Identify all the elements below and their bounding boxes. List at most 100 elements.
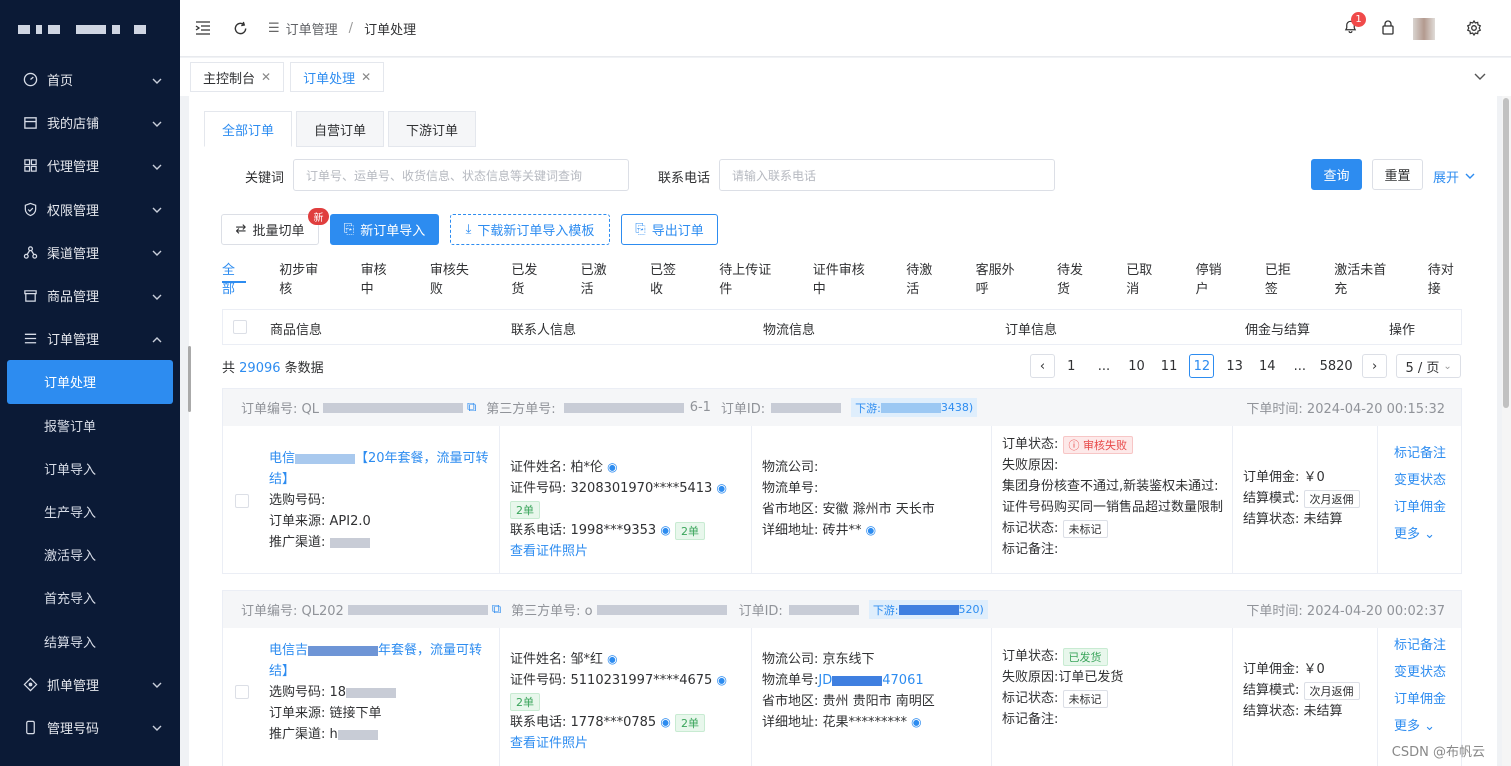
batch-switch-button[interactable]: ⇄ 批量切单 — [221, 214, 319, 245]
sidebar-item-product[interactable]: 商品管理 — [0, 274, 180, 317]
tab-all-orders[interactable]: 全部订单 — [204, 111, 293, 147]
eye-icon[interactable]: ◉ — [607, 652, 617, 666]
import-new-order-button[interactable]: ⎘ 新订单导入 — [330, 214, 439, 245]
page-item[interactable]: 14 — [1251, 354, 1284, 378]
eye-icon[interactable]: ◉ — [607, 460, 617, 474]
sidebar-subitem-order-import[interactable]: 订单导入 — [0, 447, 180, 490]
mark-note-link[interactable]: 标记备注 — [1394, 632, 1462, 659]
order-header: 订单编号: QL202 ⧉ 第三方单号: o 订单ID: 下游: 520) 下单… — [223, 591, 1461, 628]
avatar[interactable] — [1413, 18, 1435, 40]
next-page-button[interactable]: › — [1362, 354, 1388, 378]
copy-icon[interactable]: ⧉ — [467, 400, 476, 415]
mark-note-link[interactable]: 标记备注 — [1394, 440, 1462, 467]
view-id-photo-link[interactable]: 查看证件照片 — [510, 733, 751, 754]
status-tab[interactable]: 待激活 — [906, 259, 958, 297]
lock-icon[interactable] — [1381, 20, 1395, 39]
page-ellipsis[interactable]: ... — [1088, 354, 1121, 378]
status-tab[interactable]: 客服外呼 — [976, 259, 1040, 297]
status-tab[interactable]: 已激活 — [581, 259, 633, 297]
eye-icon[interactable]: ◉ — [716, 481, 726, 495]
phone-input[interactable]: 请输入联系电话 — [719, 159, 1055, 191]
sidebar-item-home[interactable]: 首页 — [0, 58, 180, 101]
page-item[interactable]: 10 — [1120, 354, 1153, 378]
prev-page-button[interactable]: ‹ — [1030, 354, 1055, 378]
page-size-select[interactable]: 5 / 页 ⌄ — [1396, 354, 1462, 378]
status-tab[interactable]: 待发货 — [1057, 259, 1109, 297]
status-tab[interactable]: 证件审核中 — [813, 259, 890, 297]
order-body: 电信吉 年套餐，流量可转结】 选购号码: 18 订单来源: 链接下单 推广渠道: … — [223, 628, 1461, 766]
settle-mode-badge: 次月返佣 — [1303, 489, 1360, 508]
sidebar-subitem-settlement-import[interactable]: 结算导入 — [0, 619, 180, 662]
order-commission-link[interactable]: 订单佣金 — [1394, 686, 1462, 713]
close-icon[interactable]: ✕ — [261, 70, 271, 84]
change-status-link[interactable]: 变更状态 — [1394, 467, 1462, 494]
collapse-menu-icon[interactable] — [195, 20, 211, 36]
tab-downstream-orders[interactable]: 下游订单 — [388, 111, 477, 147]
reset-button[interactable]: 重置 — [1372, 159, 1423, 190]
eye-icon[interactable]: ◉ — [660, 715, 670, 729]
expand-toggle[interactable]: 展开 — [1433, 167, 1475, 186]
sidebar-item-permission[interactable]: 权限管理 — [0, 188, 180, 231]
scrollbar-thumb[interactable] — [1503, 98, 1509, 408]
status-tab[interactable]: 待对接 — [1428, 259, 1480, 297]
product-title[interactable]: 电信 【20年套餐，流量可转结】 — [269, 448, 499, 490]
keyword-input[interactable]: 订单号、运单号、收货信息、状态信息等关键词查询 — [293, 159, 629, 191]
sidebar-item-agent[interactable]: 代理管理 — [0, 144, 180, 187]
page-ellipsis[interactable]: ... — [1284, 354, 1317, 378]
order-checkbox[interactable] — [235, 685, 249, 699]
eye-icon[interactable]: ◉ — [716, 673, 726, 687]
tab-order-process[interactable]: 订单处理 ✕ — [290, 62, 385, 92]
tab-self-orders[interactable]: 自营订单 — [296, 111, 385, 147]
status-tab[interactable]: 停销户 — [1196, 259, 1248, 297]
status-tab[interactable]: 全部 — [222, 259, 247, 297]
page-item-active[interactable]: 12 — [1189, 354, 1215, 378]
settings-icon[interactable] — [1466, 19, 1482, 40]
status-tab[interactable]: 初步审核 — [279, 259, 343, 297]
download-template-button[interactable]: ⤓ 下载新订单导入模板 — [450, 214, 610, 245]
sidebar-subitem-alarm-order[interactable]: 报警订单 — [0, 404, 180, 447]
status-tab[interactable]: 已签收 — [650, 259, 702, 297]
breadcrumb-item[interactable]: 订单管理 — [286, 19, 338, 38]
status-tab[interactable]: 审核失败 — [430, 259, 494, 297]
eye-icon[interactable]: ◉ — [866, 523, 876, 537]
notification-bell[interactable]: 1 — [1343, 12, 1366, 38]
more-link[interactable]: 更多 ⌄ — [1394, 713, 1462, 740]
scrollbar[interactable] — [1502, 96, 1511, 766]
status-tab[interactable]: 激活未首充 — [1334, 259, 1411, 297]
change-status-link[interactable]: 变更状态 — [1394, 659, 1462, 686]
status-tab[interactable]: 已发货 — [511, 259, 563, 297]
eye-icon[interactable]: ◉ — [660, 523, 670, 537]
page-item[interactable]: 1 — [1055, 354, 1088, 378]
search-button[interactable]: 查询 — [1311, 159, 1362, 190]
copy-icon[interactable]: ⧉ — [492, 602, 501, 617]
sidebar-subitem-production-import[interactable]: 生产导入 — [0, 490, 180, 533]
status-tab[interactable]: 已取消 — [1126, 259, 1178, 297]
sidebar-item-order[interactable]: 订单管理 — [0, 317, 180, 360]
order-commission-link[interactable]: 订单佣金 — [1394, 494, 1462, 521]
refresh-icon[interactable] — [232, 20, 248, 36]
page-item[interactable]: 11 — [1153, 354, 1186, 378]
sidebar-item-number[interactable]: 管理号码 — [0, 706, 180, 749]
select-all-checkbox[interactable] — [233, 320, 247, 334]
status-tab[interactable]: 待上传证件 — [719, 259, 796, 297]
status-tab[interactable]: 审核中 — [361, 259, 413, 297]
tab-console[interactable]: 主控制台 ✕ — [190, 62, 285, 92]
eye-icon[interactable]: ◉ — [911, 715, 921, 729]
sidebar-subitem-activation-import[interactable]: 激活导入 — [0, 533, 180, 576]
sidebar-item-my-store[interactable]: 我的店铺 — [0, 101, 180, 144]
status-tab[interactable]: 已拒签 — [1265, 259, 1317, 297]
close-icon[interactable]: ✕ — [361, 70, 371, 84]
sidebar-item-channel[interactable]: 渠道管理 — [0, 231, 180, 274]
sidebar-subitem-order-process[interactable]: 订单处理 — [7, 360, 173, 404]
view-id-photo-link[interactable]: 查看证件照片 — [510, 541, 751, 562]
product-title[interactable]: 电信吉 年套餐，流量可转结】 — [269, 640, 499, 682]
more-link[interactable]: 更多 ⌄ — [1394, 521, 1462, 548]
page-item[interactable]: 5820 — [1316, 354, 1356, 378]
export-order-button[interactable]: ⎘ 导出订单 — [621, 214, 718, 245]
page-item[interactable]: 13 — [1218, 354, 1251, 378]
order-checkbox[interactable] — [235, 494, 249, 508]
sidebar-item-capture[interactable]: 抓单管理 — [0, 663, 180, 706]
chevron-down-icon[interactable] — [1474, 70, 1486, 85]
sidebar-subitem-first-charge-import[interactable]: 首充导入 — [0, 576, 180, 619]
sidebar-scrollbar[interactable] — [188, 346, 191, 412]
